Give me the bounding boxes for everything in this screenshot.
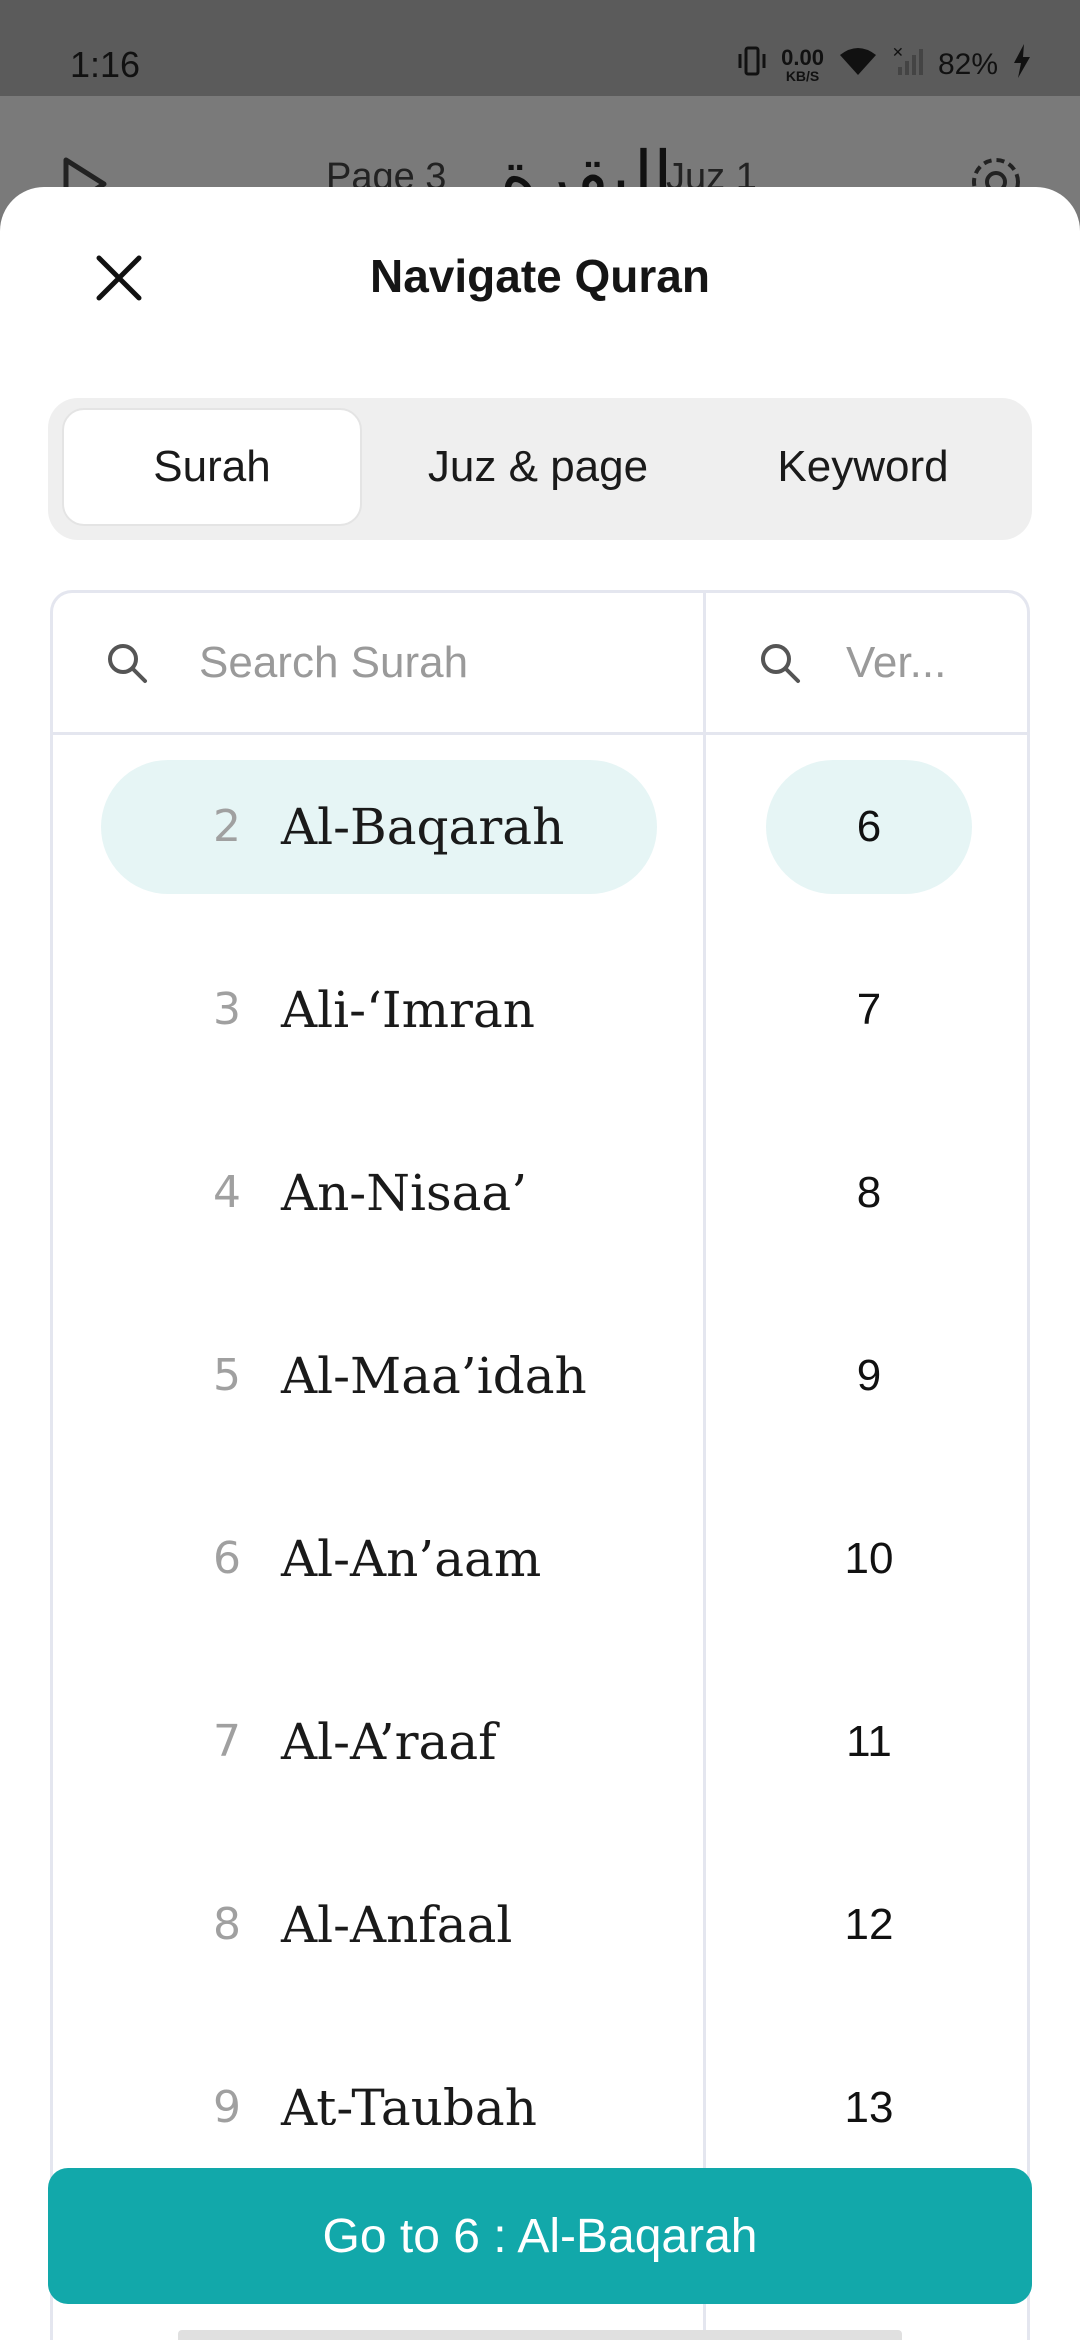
verse-item[interactable]: 8 bbox=[766, 1126, 972, 1260]
search-icon bbox=[105, 641, 149, 685]
status-time: 1:16 bbox=[70, 44, 141, 85]
list-item: 6 Al-An’aam 10 bbox=[53, 1467, 1027, 1650]
list-item: 8 Al-Anfaal 12 bbox=[53, 1833, 1027, 2016]
surah-search-placeholder: Search Surah bbox=[199, 637, 469, 687]
surah-number: 7 bbox=[213, 1716, 241, 1767]
tab-keyword[interactable]: Keyword bbox=[708, 408, 1018, 526]
surah-number: 5 bbox=[213, 1350, 241, 1401]
surah-number: 6 bbox=[213, 1533, 241, 1584]
navigation-tabs: Surah Juz & page Keyword bbox=[48, 398, 1032, 540]
surah-item[interactable]: 4 An-Nisaa’ bbox=[101, 1126, 657, 1260]
verse-item[interactable]: 11 bbox=[766, 1675, 972, 1809]
verse-item-selected[interactable]: 6 bbox=[766, 760, 972, 894]
surah-list: 2 Al-Baqarah 6 3 Ali-‘Imran 7 4 An-Nisaa… bbox=[53, 735, 1027, 2125]
sheet-title: Navigate Quran bbox=[370, 250, 710, 302]
verse-item[interactable]: 9 bbox=[766, 1309, 972, 1443]
list-item: 5 Al-Maa’idah 9 bbox=[53, 1284, 1027, 1467]
list-item: 7 Al-A’raaf 11 bbox=[53, 1650, 1027, 1833]
network-speed-unit: KB/S bbox=[785, 68, 820, 84]
network-speed: 0.00 KB/S bbox=[781, 45, 824, 84]
surah-name: Al-Maa’idah bbox=[281, 1347, 587, 1405]
vibrate-icon bbox=[737, 44, 767, 86]
tab-juz-and-page[interactable]: Juz & page bbox=[378, 408, 698, 526]
surah-item[interactable]: 9 At-Taubah bbox=[101, 2041, 657, 2125]
surah-name: At-Taubah bbox=[281, 2079, 537, 2125]
surah-name: An-Nisaa’ bbox=[281, 1164, 528, 1222]
list-item: 3 Ali-‘Imran 7 bbox=[53, 918, 1027, 1101]
list-item: 2 Al-Baqarah 6 bbox=[53, 735, 1027, 918]
wifi-icon bbox=[838, 45, 878, 85]
search-icon bbox=[758, 641, 802, 685]
surah-number: 3 bbox=[213, 984, 241, 1035]
tab-surah[interactable]: Surah bbox=[62, 408, 362, 526]
surah-item[interactable]: 8 Al-Anfaal bbox=[101, 1858, 657, 1992]
surah-name: Al-An’aam bbox=[281, 1530, 542, 1588]
verse-search-input[interactable]: Ver... bbox=[706, 593, 1027, 732]
surah-name: Al-Baqarah bbox=[281, 798, 565, 856]
surah-item-selected[interactable]: 2 Al-Baqarah bbox=[101, 760, 657, 894]
verse-item[interactable]: 7 bbox=[766, 943, 972, 1077]
surah-item[interactable]: 7 Al-A’raaf bbox=[101, 1675, 657, 1809]
surah-search-input[interactable]: Search Surah bbox=[53, 593, 703, 732]
surah-item[interactable]: 5 Al-Maa’idah bbox=[101, 1309, 657, 1443]
surah-name: Al-A’raaf bbox=[281, 1713, 497, 1771]
surah-name: Ali-‘Imran bbox=[281, 981, 535, 1039]
surah-item[interactable]: 6 Al-An’aam bbox=[101, 1492, 657, 1626]
charging-icon bbox=[1012, 44, 1032, 86]
verse-item[interactable]: 10 bbox=[766, 1492, 972, 1626]
go-to-button[interactable]: Go to 6 : Al-Baqarah bbox=[48, 2168, 1032, 2304]
list-item: 4 An-Nisaa’ 8 bbox=[53, 1101, 1027, 1284]
home-indicator bbox=[178, 2330, 902, 2340]
verse-item[interactable]: 13 bbox=[766, 2041, 972, 2125]
status-bar: 1:16 0.00 KB/S ✕ 82% bbox=[0, 0, 1080, 96]
surah-verse-picker: Search Surah Ver... 2 Al-Baqarah 6 3 Ali… bbox=[50, 590, 1030, 2340]
surah-number: 9 bbox=[213, 2082, 241, 2125]
verse-item[interactable]: 12 bbox=[766, 1858, 972, 1992]
battery-level: 82% bbox=[937, 48, 998, 81]
status-icons: 0.00 KB/S ✕ 82% bbox=[737, 44, 1032, 86]
verse-search-placeholder: Ver... bbox=[846, 637, 947, 687]
signal-icon: ✕ bbox=[892, 45, 924, 85]
surah-number: 2 bbox=[213, 801, 241, 852]
surah-number: 4 bbox=[213, 1167, 241, 1218]
surah-item[interactable]: 3 Ali-‘Imran bbox=[101, 943, 657, 1077]
surah-number: 8 bbox=[213, 1899, 241, 1950]
network-speed-value: 0.00 bbox=[781, 45, 824, 70]
list-item: 9 At-Taubah 13 bbox=[53, 2016, 1027, 2125]
navigate-quran-sheet: Navigate Quran Surah Juz & page Keyword … bbox=[0, 187, 1080, 2340]
svg-text:✕: ✕ bbox=[892, 45, 904, 61]
surah-name: Al-Anfaal bbox=[281, 1896, 513, 1954]
